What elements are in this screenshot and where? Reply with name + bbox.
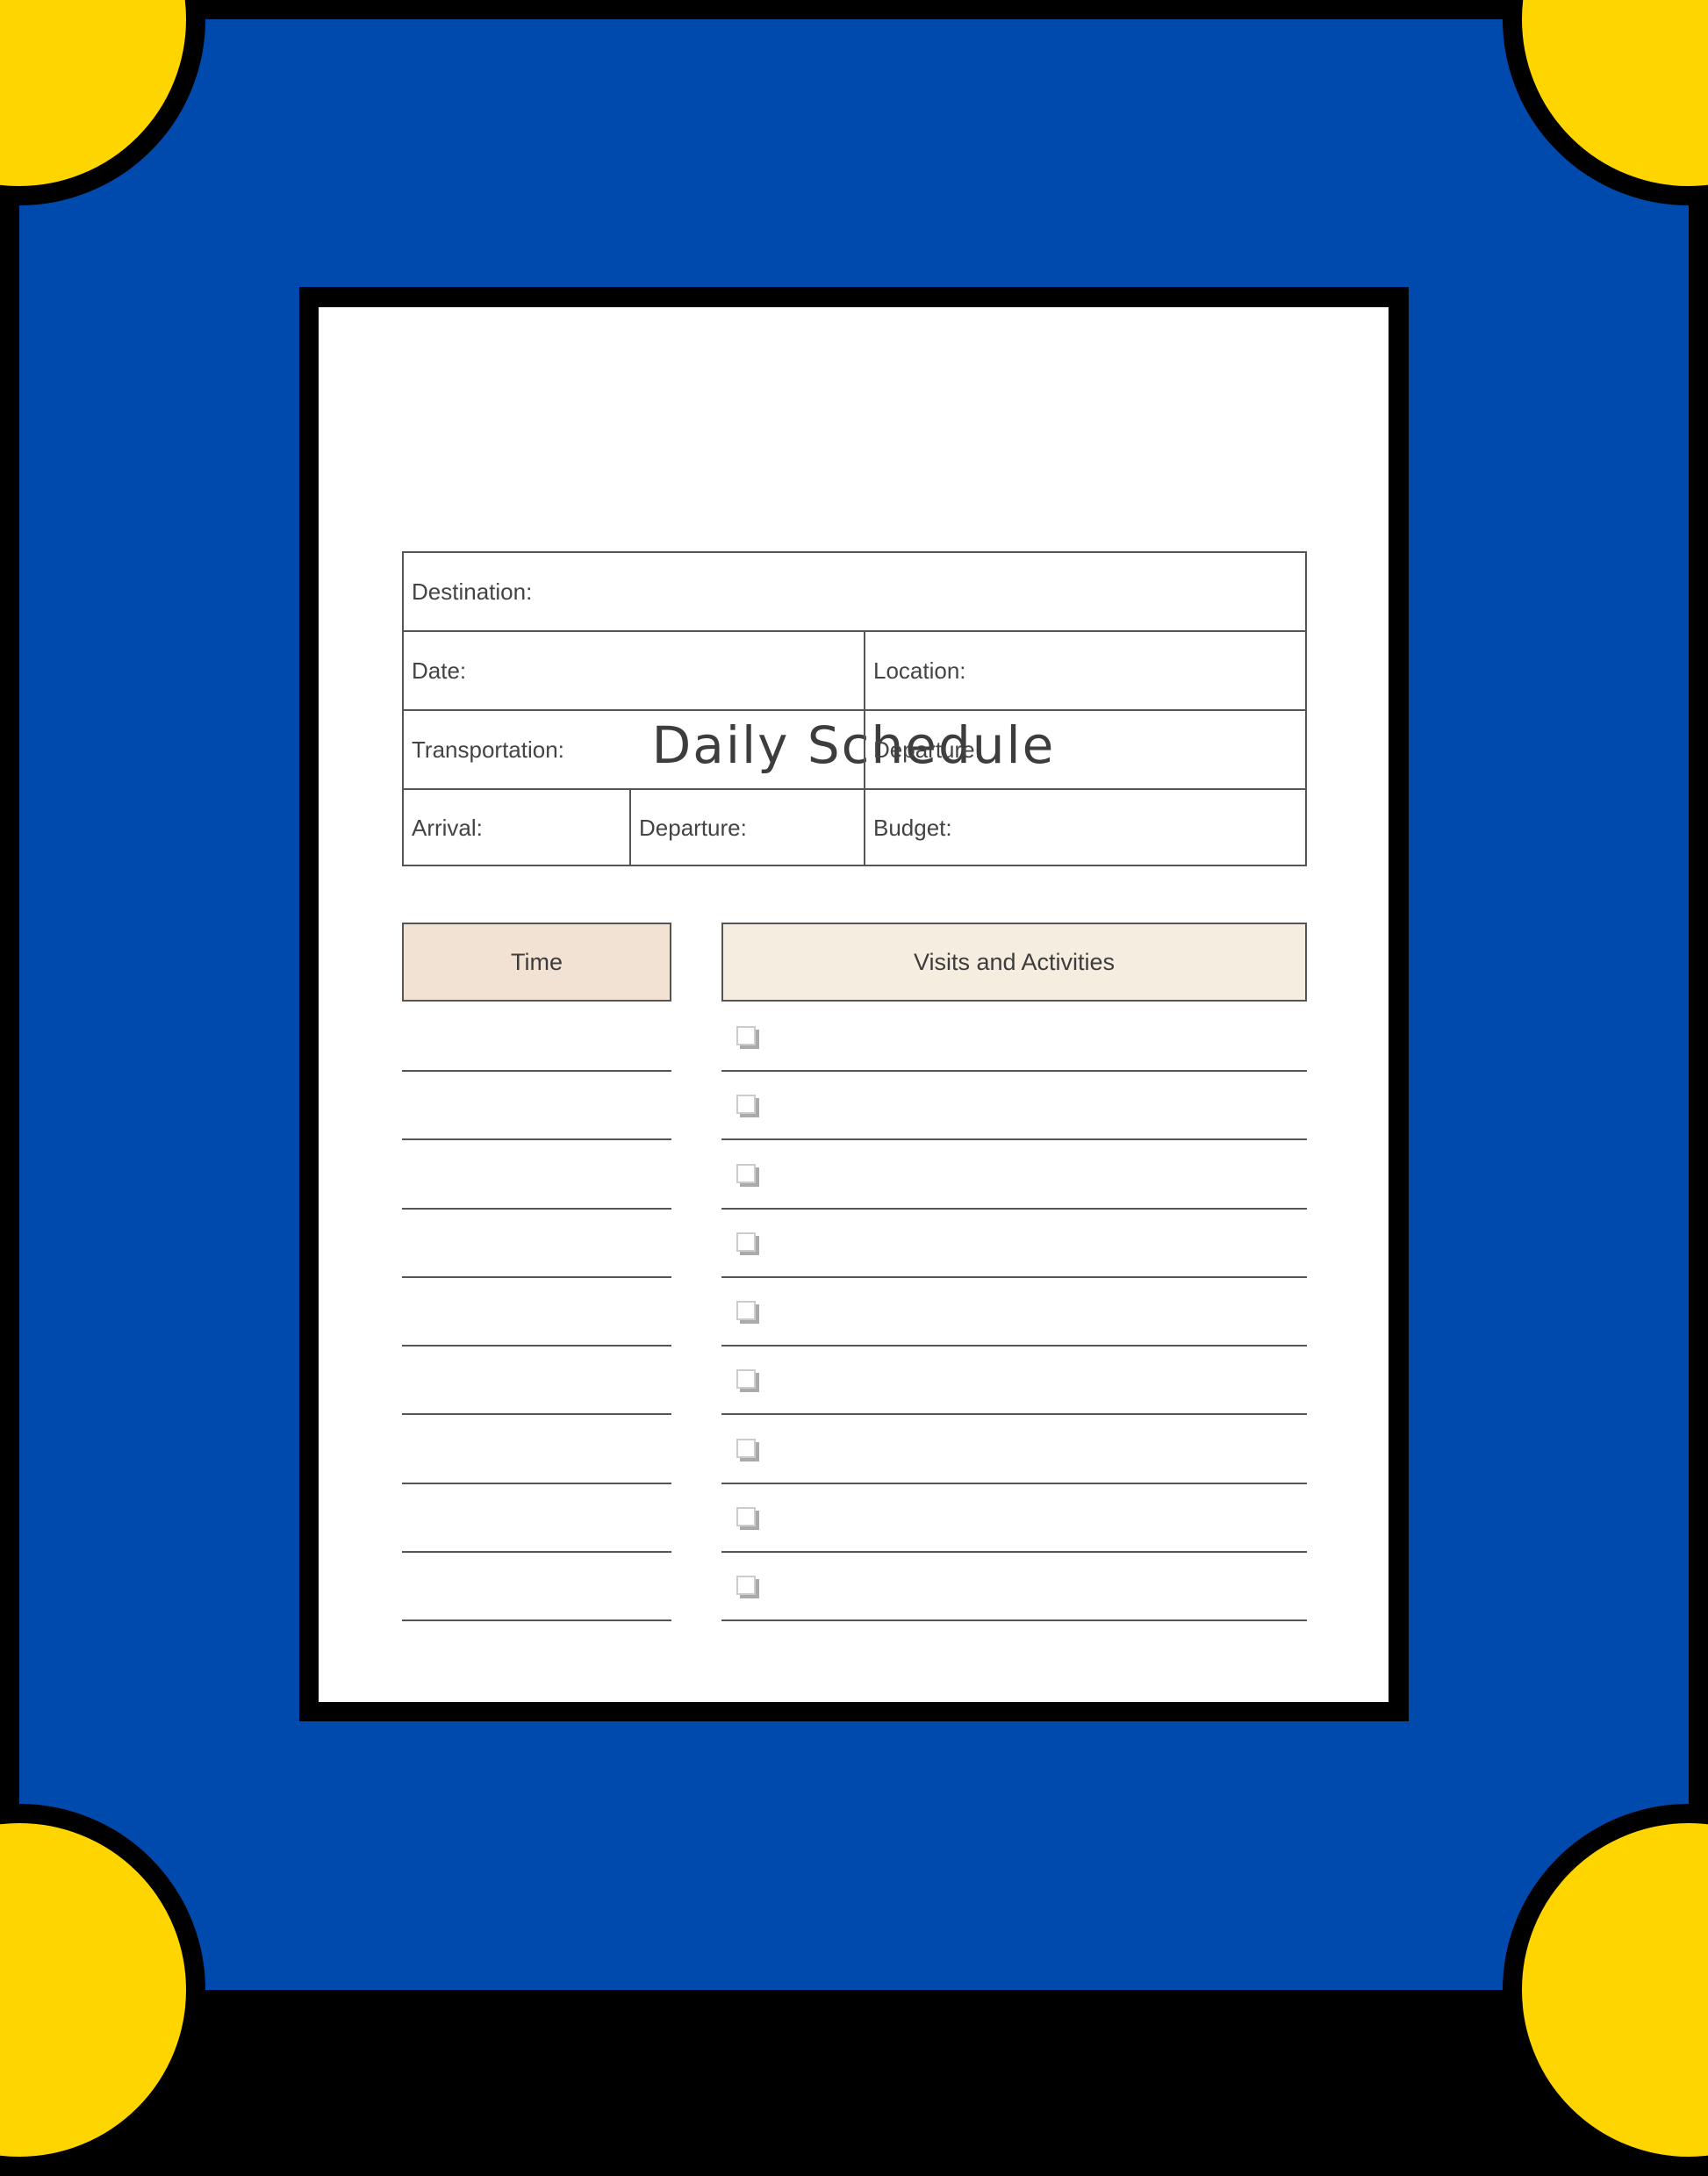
checkbox-icon[interactable] [736,1232,756,1252]
checkbox-icon[interactable] [736,1164,756,1183]
corner-decoration-top-right [1503,0,1708,205]
transportation-label: Transportation: [412,736,564,763]
activity-entry-line[interactable] [721,1551,1307,1553]
activity-entry-line[interactable] [721,1208,1307,1210]
time-column-header: Time [402,923,671,1002]
schedule-page: Daily Schedule [319,307,1389,1702]
departure-label: Departure: [873,736,981,763]
activity-entry-line[interactable] [721,1413,1307,1415]
date-label: Date: [412,657,467,684]
checkbox-icon[interactable] [736,1301,756,1320]
time-entry-line[interactable] [402,1138,671,1140]
corner-decoration-bottom-right [1503,1804,1708,2176]
time-entry-line[interactable] [402,1276,671,1278]
visits-header-label: Visits and Activities [913,948,1116,975]
checkbox-icon[interactable] [736,1439,756,1458]
time-entry-line[interactable] [402,1070,671,1072]
activity-entry-line[interactable] [721,1345,1307,1347]
departure-label: Departure: [639,815,747,841]
activity-entry-line[interactable] [721,1138,1307,1140]
destination-label: Destination: [412,578,533,605]
departure-field-right[interactable]: Departure: [865,711,1305,788]
checkbox-icon[interactable] [736,1095,756,1114]
destination-field[interactable]: Destination: [404,553,1305,630]
activity-entry-line[interactable] [721,1276,1307,1278]
checkbox-icon[interactable] [736,1026,756,1045]
corner-decoration-bottom-left [0,1804,205,2176]
time-entry-line[interactable] [402,1413,671,1415]
time-header-label: Time [511,948,563,975]
time-entry-line[interactable] [402,1551,671,1553]
transportation-field[interactable]: Transportation: [404,711,864,788]
checkbox-icon[interactable] [736,1576,756,1595]
location-field[interactable]: Location: [865,632,1305,709]
budget-field[interactable]: Budget: [865,790,1305,866]
time-entry-line[interactable] [402,1345,671,1347]
departure-field-mid[interactable]: Departure: [631,790,864,866]
corner-decoration-top-left [0,0,205,205]
time-entry-line[interactable] [402,1208,671,1210]
date-field[interactable]: Date: [404,632,864,709]
activity-entry-line[interactable] [721,1483,1307,1484]
visits-column-header: Visits and Activities [721,923,1307,1002]
activity-entry-line[interactable] [721,1619,1307,1621]
trip-info-table: Destination: Date: Location: Transportat… [402,551,1307,866]
arrival-field[interactable]: Arrival: [404,790,629,866]
time-entry-line[interactable] [402,1483,671,1484]
checkbox-icon[interactable] [736,1507,756,1526]
budget-label: Budget: [873,815,952,841]
location-label: Location: [873,657,966,684]
arrival-label: Arrival: [412,815,483,841]
checkbox-icon[interactable] [736,1369,756,1389]
activity-entry-line[interactable] [721,1070,1307,1072]
time-entry-line[interactable] [402,1619,671,1621]
